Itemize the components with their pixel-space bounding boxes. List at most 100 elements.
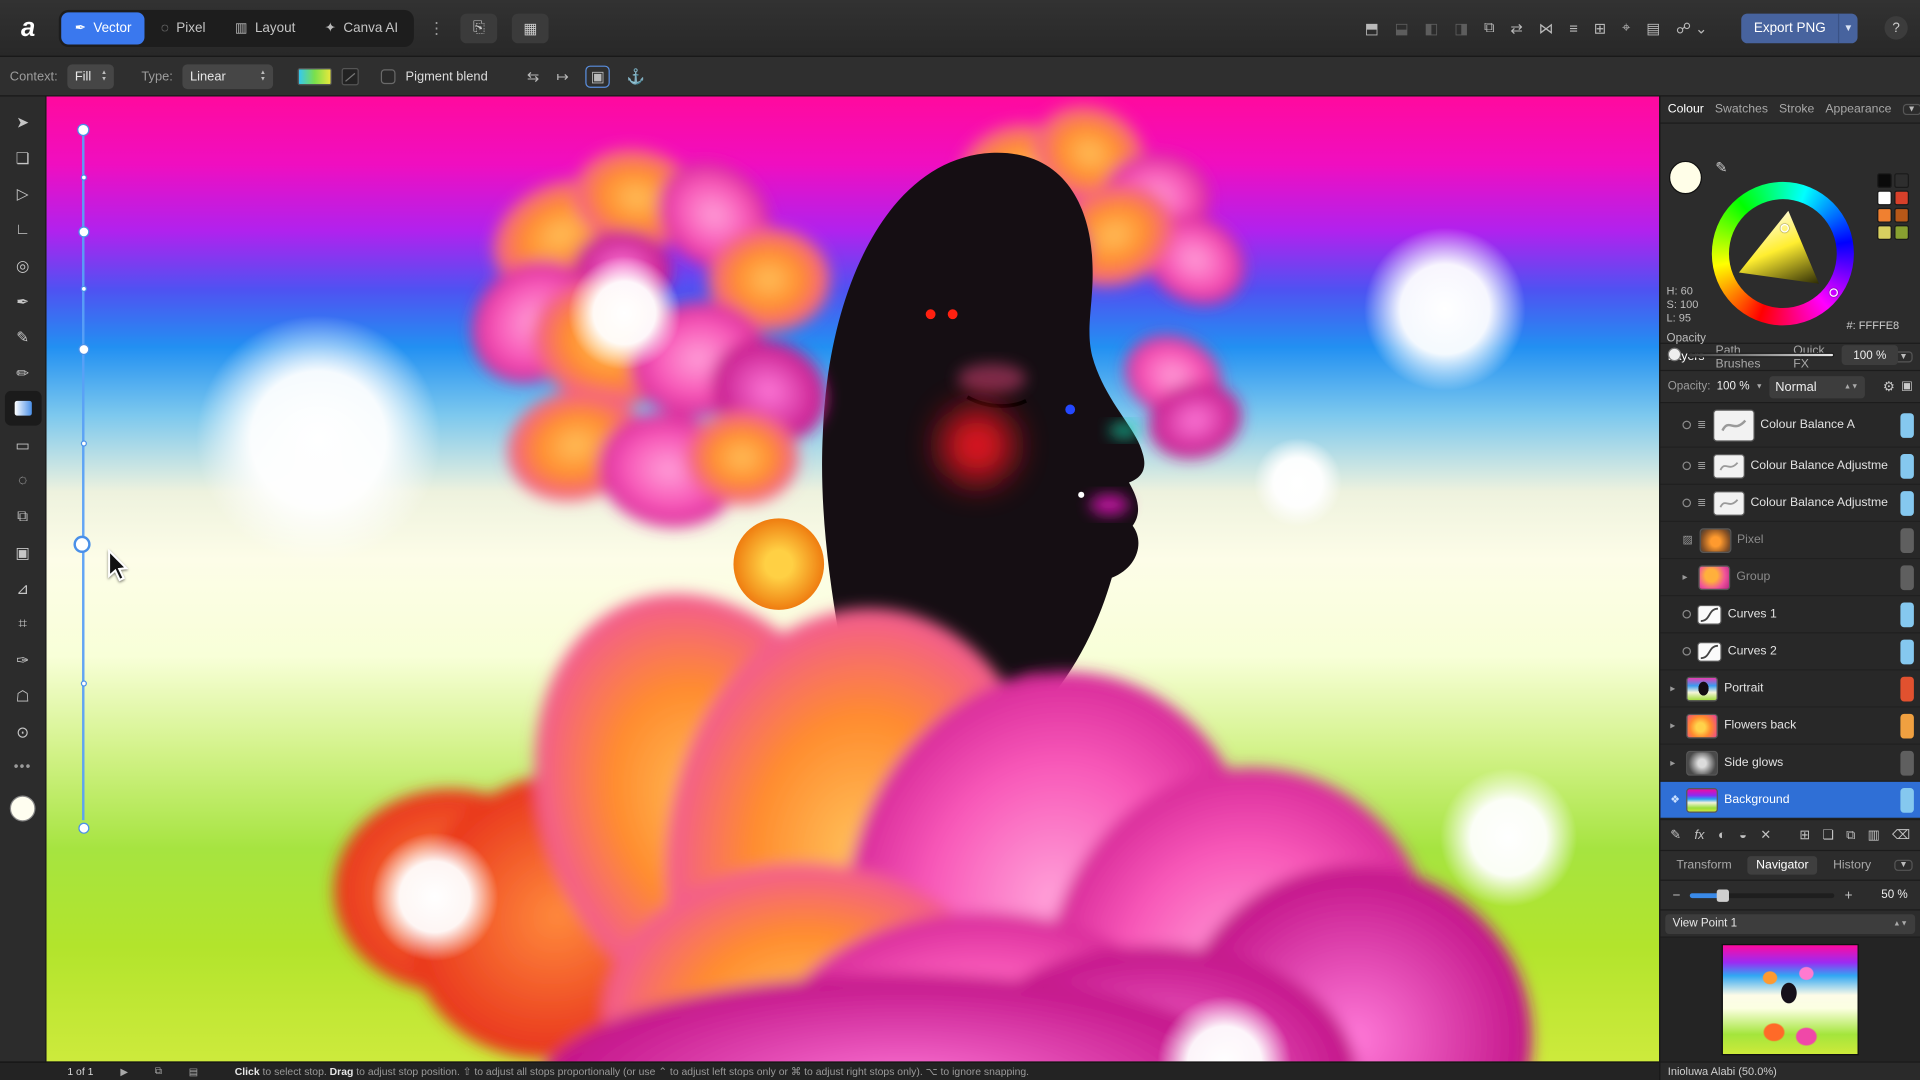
fx-icon[interactable]: fx <box>1694 828 1704 843</box>
layer-visibility-tag[interactable] <box>1900 491 1913 516</box>
layer-visibility-tag[interactable] <box>1900 565 1913 590</box>
visibility-dot-icon[interactable] <box>1682 647 1691 656</box>
gradient-preview-swatch[interactable] <box>298 67 332 84</box>
boolean-divide-icon[interactable]: ⧉ <box>1484 19 1495 38</box>
zoom-out-icon[interactable]: − <box>1673 888 1681 903</box>
layer-thumbnail[interactable] <box>1686 713 1718 738</box>
panel-options-chevron-icon[interactable]: ▼ <box>1902 104 1920 115</box>
adjustment-icon[interactable]: ◒ <box>1739 828 1747 843</box>
boolean-add-icon[interactable]: ⬒ <box>1365 19 1379 36</box>
zoom-slider-knob[interactable] <box>1717 889 1729 901</box>
mask-icon[interactable]: ◐ <box>1718 828 1726 843</box>
zoom-slider-track[interactable] <box>1690 893 1834 898</box>
reverse-gradient-icon[interactable]: ⇆ <box>527 67 539 84</box>
gradient-stop[interactable] <box>78 823 89 834</box>
gradient-midpoint[interactable] <box>80 286 86 292</box>
move-tool[interactable]: ➤ <box>4 104 41 139</box>
fill-context-dropdown[interactable]: Fill ▲▼ <box>67 64 114 89</box>
snapping-icon[interactable]: ⊞ <box>1594 19 1606 36</box>
tab-swatches[interactable]: Swatches <box>1715 103 1768 117</box>
layer-thumbnail[interactable] <box>1697 641 1721 661</box>
colour-picker-tool[interactable]: ✑ <box>4 642 41 677</box>
recent-colour-swatch[interactable] <box>1877 208 1892 223</box>
layer-row-colour-balance-1[interactable]: ≣ Colour Balance Adjustme <box>1660 448 1920 485</box>
alignment-icon[interactable]: ≡ <box>1569 19 1578 36</box>
persona-layout[interactable]: ▥ Layout <box>221 12 308 44</box>
hidden-layer-icon[interactable]: ▨ <box>1682 533 1692 547</box>
clear-icon[interactable]: ✕ <box>1760 828 1771 843</box>
layer-row-colour-balance-a[interactable]: ≣ Colour Balance A <box>1660 403 1920 448</box>
layer-row-side-glows[interactable]: ▸ Side glows <box>1660 745 1920 782</box>
tab-stroke[interactable]: Stroke <box>1779 103 1814 117</box>
hue-selector[interactable] <box>1829 288 1838 297</box>
panel-options-chevron-icon[interactable]: ▼ <box>1894 860 1912 871</box>
gear-icon[interactable]: ⚙ <box>1883 379 1895 395</box>
pigment-blend-checkbox[interactable] <box>381 69 396 84</box>
pencil-tool[interactable]: ✎ <box>4 319 41 354</box>
order-icon[interactable]: ▤ <box>1646 19 1660 36</box>
tab-colour[interactable]: Colour <box>1668 103 1704 117</box>
visibility-dot-icon[interactable] <box>1682 421 1691 430</box>
expand-chevron-icon[interactable]: ▸ <box>1670 720 1680 731</box>
page-indicator[interactable]: 1 of 1 <box>67 1065 93 1077</box>
affinity-logo-icon[interactable]: a <box>12 12 44 44</box>
layer-visibility-tag[interactable] <box>1900 528 1913 553</box>
opacity-chevron-icon[interactable]: ▼ <box>1756 383 1763 390</box>
gradient-midpoint[interactable] <box>80 174 86 180</box>
rasterise-icon[interactable]: ▥ <box>1868 827 1880 843</box>
zoom-in-icon[interactable]: + <box>1845 888 1853 903</box>
navigator-preview[interactable] <box>1722 944 1859 1055</box>
node-tool[interactable]: ▷ <box>4 176 41 211</box>
layer-thumbnail[interactable] <box>1699 528 1731 553</box>
vector-brush-tool[interactable]: ✏ <box>4 355 41 390</box>
expand-chevron-icon[interactable]: ▸ <box>1682 572 1692 583</box>
colour-wheel[interactable] <box>1712 182 1854 326</box>
expand-chevron-icon[interactable]: ▸ <box>1670 683 1680 694</box>
gradient-type-dropdown[interactable]: Linear ▲▼ <box>183 64 274 89</box>
gradient-stop[interactable] <box>77 124 89 136</box>
assistant-icon[interactable]: ☍ ⌄ <box>1676 19 1707 36</box>
zoom-tool[interactable]: ⊙ <box>4 714 41 749</box>
transform-origin-icon[interactable]: ⌖ <box>1622 19 1630 38</box>
tab-navigator[interactable]: Navigator <box>1748 856 1818 875</box>
layer-row-curves-2[interactable]: Curves 2 <box>1660 633 1920 670</box>
anchor-icon[interactable]: ⚓ <box>627 67 645 84</box>
layer-thumbnail[interactable] <box>1686 676 1718 701</box>
layer-row-curves-1[interactable]: Curves 1 <box>1660 596 1920 633</box>
layer-thumbnail[interactable] <box>1697 604 1721 624</box>
gradient-stop[interactable] <box>78 226 89 237</box>
recent-colour-swatch[interactable] <box>1877 173 1892 188</box>
layer-visibility-tag[interactable] <box>1900 453 1913 478</box>
fill-gradient-tool[interactable] <box>4 391 41 426</box>
studio-presets-button[interactable]: ▦ <box>512 13 549 43</box>
opacity-slider-knob[interactable] <box>1668 348 1681 362</box>
hand-tool[interactable]: ☖ <box>4 678 41 713</box>
flip-horizontal-icon[interactable]: ⋈ <box>1539 19 1554 36</box>
tab-appearance[interactable]: Appearance <box>1825 103 1891 117</box>
export-options-chevron-icon[interactable]: ▼ <box>1838 13 1858 43</box>
artboard-tool[interactable]: ❏ <box>4 140 41 175</box>
layer-visibility-tag[interactable] <box>1900 602 1913 627</box>
current-fill-colour-well[interactable] <box>10 795 36 821</box>
zoom-value[interactable]: 50 % <box>1881 888 1908 902</box>
layer-thumbnail[interactable] <box>1686 787 1718 812</box>
clipboard-button[interactable]: ⎘ <box>461 13 498 43</box>
layer-thumbnail[interactable] <box>1713 491 1745 516</box>
layer-thumbnail[interactable] <box>1698 565 1730 590</box>
gradient-midpoint[interactable] <box>80 440 86 446</box>
edit-fill-icon[interactable]: ▣ <box>586 65 610 87</box>
visibility-dot-icon[interactable] <box>1682 610 1691 619</box>
recent-colour-swatch[interactable] <box>1894 191 1909 206</box>
edit-mask-icon[interactable]: ✎ <box>1670 828 1681 843</box>
place-image-tool[interactable]: ▣ <box>4 534 41 569</box>
layer-row-colour-balance-2[interactable]: ≣ Colour Balance Adjustme <box>1660 485 1920 522</box>
boolean-subtract-icon[interactable]: ⬓ <box>1395 19 1409 36</box>
expand-chevron-icon[interactable]: ▸ <box>1670 757 1680 768</box>
pen-tool[interactable]: ✒ <box>4 283 41 318</box>
layer-opacity-value[interactable]: 100 % <box>1717 380 1750 394</box>
duplicate-icon[interactable]: ⇄ <box>1510 19 1522 36</box>
layer-thumbnail[interactable] <box>1713 409 1755 441</box>
layer-row-pixel[interactable]: ▨ Pixel <box>1660 522 1920 559</box>
recent-colour-swatch[interactable] <box>1877 225 1892 240</box>
layer-thumbnail[interactable] <box>1686 750 1718 775</box>
